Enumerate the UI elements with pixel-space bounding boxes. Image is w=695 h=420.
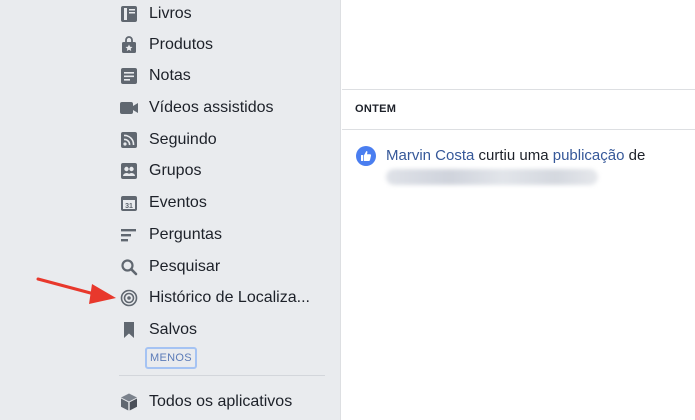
sidebar-item-grupos[interactable]: Grupos — [119, 158, 201, 184]
activity-text: Marvin Costa curtiu uma publicação de — [386, 147, 645, 164]
sidebar-item-label: Vídeos assistidos — [149, 99, 274, 116]
like-icon — [356, 146, 376, 166]
box-icon — [119, 392, 139, 412]
sidebar-item-label: Livros — [149, 5, 192, 22]
sidebar-item-label: Perguntas — [149, 226, 222, 243]
sidebar-item-label: Pesquisar — [149, 258, 221, 275]
section-header-ontem: ONTEM — [342, 90, 695, 130]
shopping-bag-icon — [119, 35, 139, 55]
search-icon — [119, 257, 139, 277]
calendar-day-number: 31 — [125, 203, 133, 210]
sidebar-item-seguindo[interactable]: Seguindo — [119, 127, 217, 153]
sidebar-item-salvos[interactable]: Salvos — [119, 317, 197, 343]
sidebar-item-historico-de-localizacao[interactable]: Histórico de Localiza... — [119, 285, 310, 311]
left-sidebar: Livros Produtos Notas Vídeos assistidos … — [0, 0, 341, 420]
sidebar-item-label: Grupos — [149, 162, 202, 179]
calendar-icon: 31 — [119, 193, 139, 213]
groups-icon — [119, 161, 139, 181]
activity-verb: curtiu uma — [478, 147, 549, 164]
sidebar-item-label: Notas — [149, 67, 191, 84]
rss-icon — [119, 130, 139, 150]
object-link[interactable]: publicação — [553, 147, 625, 164]
menos-button[interactable]: MENOS — [145, 347, 197, 369]
sidebar-item-label: Todos os aplicativos — [149, 393, 293, 410]
sidebar-item-livros[interactable]: Livros — [119, 1, 192, 27]
sidebar-item-label: Salvos — [149, 321, 198, 338]
video-camera-icon — [119, 98, 139, 118]
sidebar-item-todos-os-aplicativos[interactable]: Todos os aplicativos — [119, 389, 292, 415]
bookmark-icon — [119, 320, 139, 340]
book-icon — [119, 4, 139, 24]
sidebar-item-label: Produtos — [149, 36, 214, 53]
menos-label: MENOS — [150, 352, 192, 364]
activity-preposition: de — [628, 147, 646, 164]
red-arrow-annotation — [36, 277, 116, 304]
notes-icon — [119, 66, 139, 86]
sidebar-item-label: Seguindo — [149, 131, 217, 148]
location-history-icon — [119, 288, 139, 308]
sidebar-item-perguntas[interactable]: Perguntas — [119, 222, 222, 248]
actor-link[interactable]: Marvin Costa — [386, 147, 474, 164]
sidebar-item-videos-assistidos[interactable]: Vídeos assistidos — [119, 95, 274, 121]
sidebar-item-produtos[interactable]: Produtos — [119, 32, 213, 58]
sidebar-divider — [119, 375, 325, 376]
sidebar-item-pesquisar[interactable]: Pesquisar — [119, 254, 220, 280]
sidebar-item-label: Eventos — [149, 194, 207, 211]
redacted-name — [386, 169, 598, 185]
sidebar-item-notas[interactable]: Notas — [119, 63, 191, 89]
questions-icon — [119, 225, 139, 245]
sidebar-item-label: Histórico de Localiza... — [149, 289, 310, 306]
sidebar-item-eventos[interactable]: 31 Eventos — [119, 190, 207, 216]
section-label: ONTEM — [355, 103, 397, 115]
